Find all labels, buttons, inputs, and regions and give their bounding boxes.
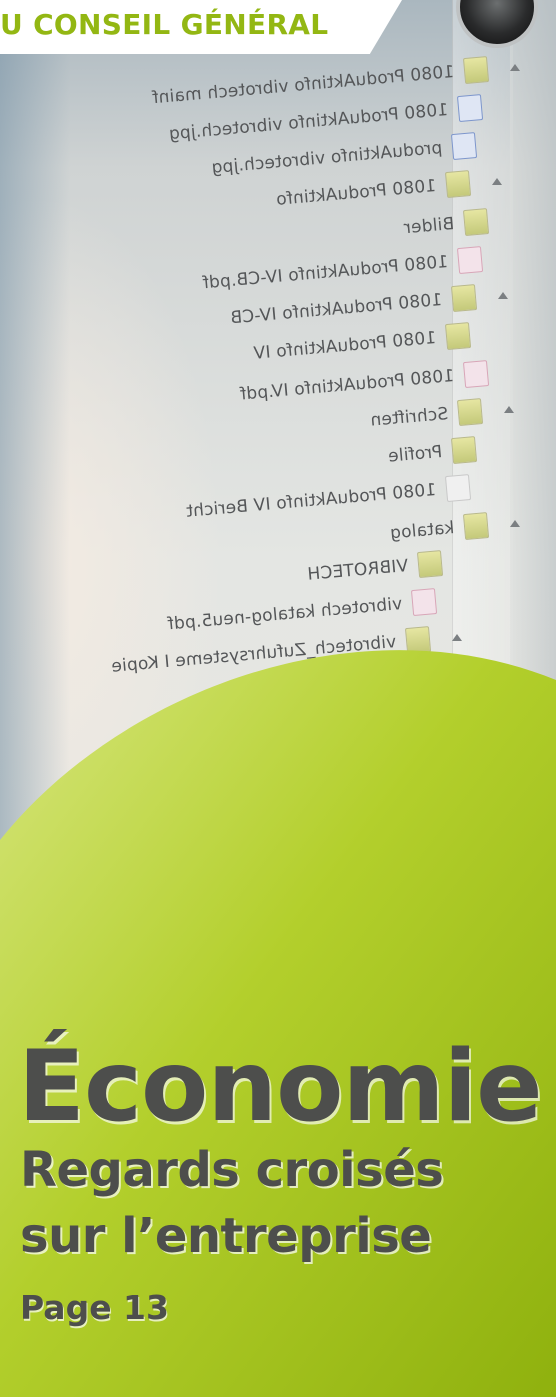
headline: Économie <box>18 1030 543 1144</box>
subtitle-line-2: sur l’entreprise <box>20 1208 432 1264</box>
subtitle-line-1: Regards croisés <box>20 1142 444 1198</box>
banner-label: U CONSEIL GÉNÉRAL <box>0 8 329 41</box>
header-banner: U CONSEIL GÉNÉRAL <box>0 0 402 54</box>
page-reference: Page 13 <box>20 1288 169 1327</box>
